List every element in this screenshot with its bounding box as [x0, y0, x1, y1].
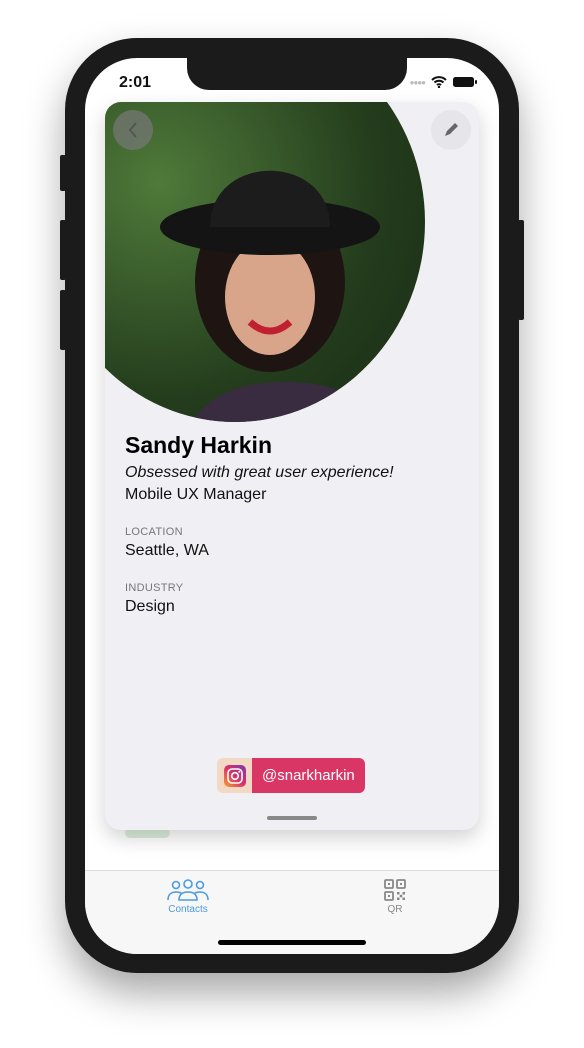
profile-photo: [105, 102, 425, 422]
wifi-icon: [431, 76, 447, 88]
notch: [187, 58, 407, 90]
tab-qr-label: QR: [387, 904, 403, 915]
status-icons: ●●●●: [410, 76, 477, 88]
contact-job-title: Mobile UX Manager: [125, 486, 267, 503]
contact-tagline: Obsessed with great user experience!: [125, 464, 394, 481]
mute-switch: [60, 155, 66, 191]
industry-value: Design: [125, 598, 175, 615]
instagram-handle: @snarkharkin: [252, 758, 365, 793]
drag-handle[interactable]: [267, 816, 317, 820]
industry-label: INDUSTRY: [125, 582, 184, 594]
back-button[interactable]: [113, 110, 153, 150]
instagram-button[interactable]: @snarkharkin: [217, 758, 365, 793]
status-time: 2:01: [119, 74, 152, 91]
screen: 2:01 ●●●● Sandy Harkin Obsessed with gre…: [85, 58, 499, 954]
signal-icon: ●●●●: [409, 77, 426, 87]
chevron-left-icon: [128, 122, 137, 138]
location-label: LOCATION: [125, 526, 183, 538]
power-button: [518, 220, 524, 320]
contact-name: Sandy Harkin: [125, 432, 272, 458]
qr-code-icon: [384, 879, 406, 901]
volume-up-button: [60, 220, 66, 280]
home-indicator[interactable]: [218, 940, 366, 945]
tab-contacts-label: Contacts: [168, 904, 208, 915]
contact-card: Sandy Harkin Obsessed with great user ex…: [105, 102, 479, 830]
location-value: Seattle, WA: [125, 542, 209, 559]
battery-icon: [453, 77, 477, 87]
instagram-icon: [217, 758, 252, 793]
tab-contacts[interactable]: Contacts: [148, 879, 228, 915]
tab-qr[interactable]: QR: [355, 879, 435, 915]
contacts-icon: [167, 879, 209, 901]
volume-down-button: [60, 290, 66, 350]
pencil-icon: [445, 123, 458, 136]
edit-button[interactable]: [431, 110, 471, 150]
